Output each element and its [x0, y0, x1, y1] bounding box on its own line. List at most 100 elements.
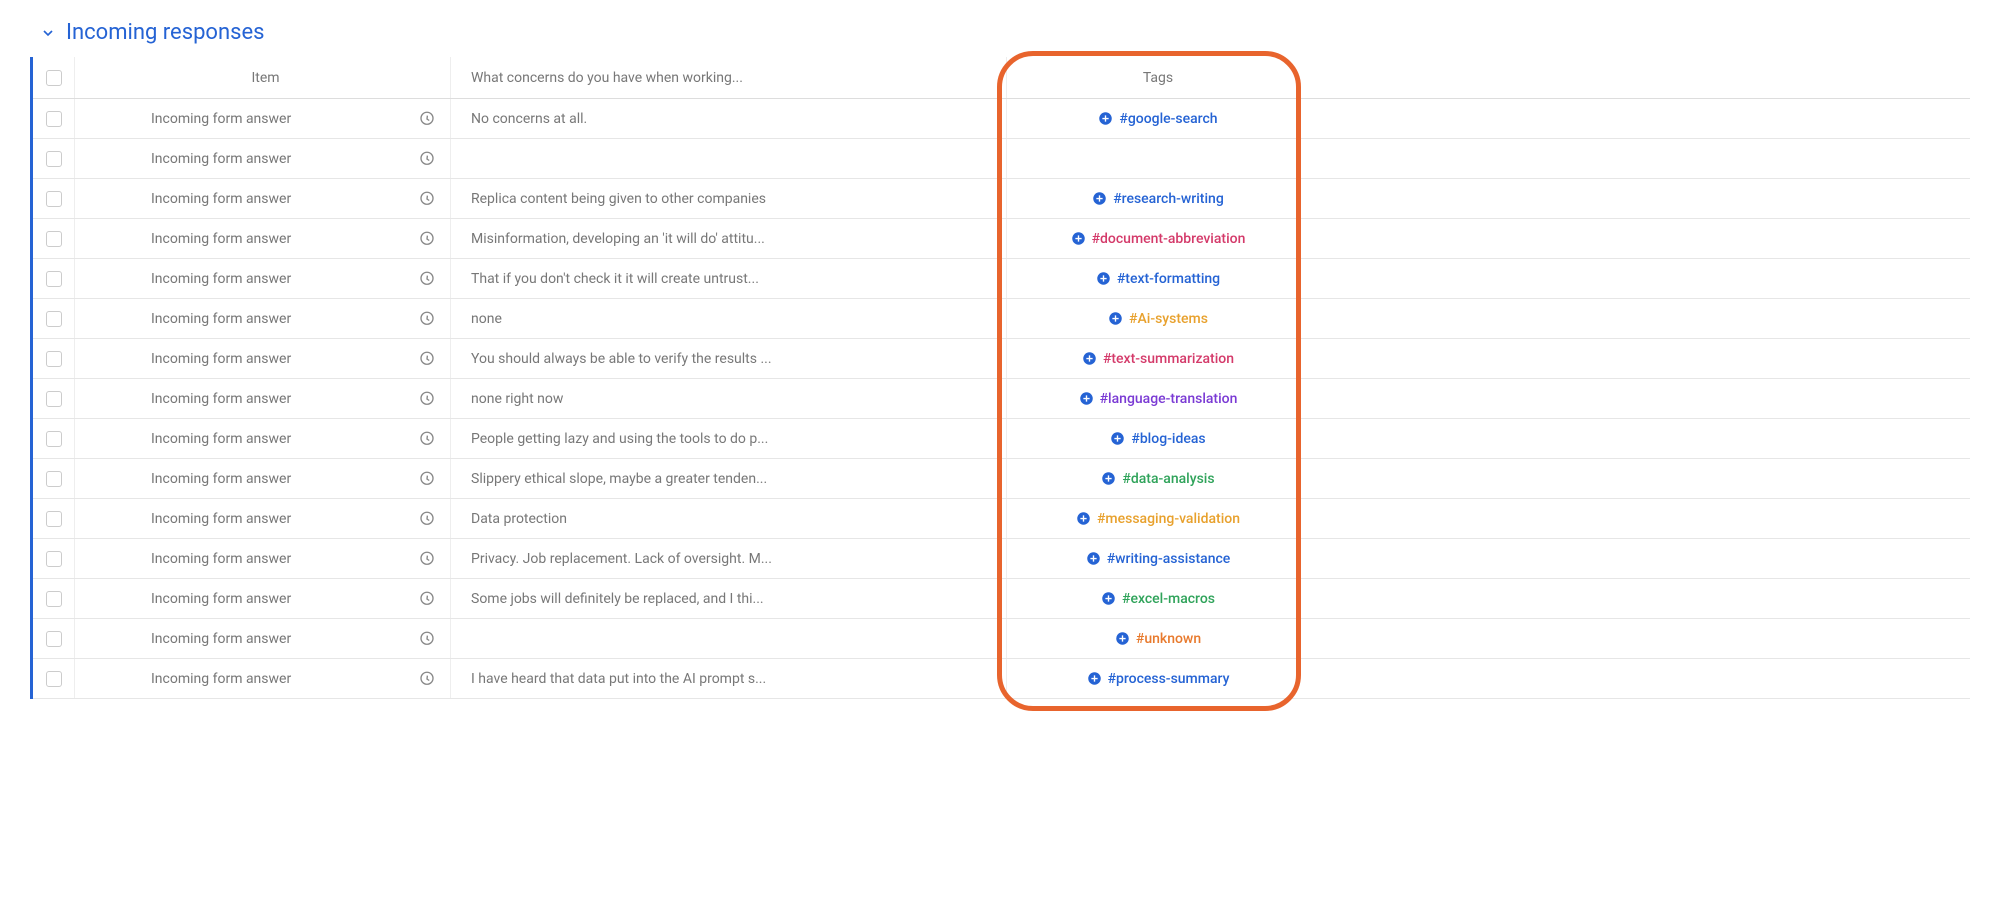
row-item-cell[interactable]: Incoming form answer	[81, 619, 451, 658]
row-checkbox[interactable]	[46, 631, 62, 647]
select-all-checkbox[interactable]	[46, 70, 62, 86]
row-concerns-cell[interactable]: Misinformation, developing an 'it will d…	[457, 219, 1007, 258]
tag-pill[interactable]: #process-summary	[1087, 671, 1230, 687]
row-tags-cell[interactable]: #blog-ideas	[1013, 419, 1303, 458]
row-tags-cell[interactable]	[1013, 139, 1303, 178]
row-concerns-cell[interactable]: I have heard that data put into the AI p…	[457, 659, 1007, 698]
chevron-down-icon[interactable]	[40, 25, 56, 41]
row-tags-cell[interactable]: #writing-assistance	[1013, 539, 1303, 578]
row-checkbox[interactable]	[46, 671, 62, 687]
row-item-cell[interactable]: Incoming form answer	[81, 579, 451, 618]
row-item-cell[interactable]: Incoming form answer	[81, 539, 451, 578]
tag-pill[interactable]: #document-abbreviation	[1071, 231, 1246, 247]
row-checkbox[interactable]	[46, 471, 62, 487]
row-item-cell[interactable]: Incoming form answer	[81, 219, 451, 258]
tag-label: #text-summarization	[1103, 351, 1234, 367]
tag-pill[interactable]: #writing-assistance	[1086, 551, 1231, 567]
row-concerns-cell[interactable]: Some jobs will definitely be replaced, a…	[457, 579, 1007, 618]
table-row: Incoming form answer	[33, 139, 1970, 179]
concerns-text: People getting lazy and using the tools …	[471, 431, 996, 447]
row-checkbox[interactable]	[46, 591, 62, 607]
row-checkbox[interactable]	[46, 551, 62, 567]
tag-pill[interactable]: #google-search	[1098, 111, 1217, 127]
tag-pill[interactable]: #Ai-systems	[1108, 311, 1208, 327]
row-tags-cell[interactable]: #language-translation	[1013, 379, 1303, 418]
tag-pill[interactable]: #research-writing	[1092, 191, 1224, 207]
row-tags-cell[interactable]: #Ai-systems	[1013, 299, 1303, 338]
row-item-cell[interactable]: Incoming form answer	[81, 179, 451, 218]
tag-pill[interactable]: #unknown	[1115, 631, 1201, 647]
row-checkbox[interactable]	[46, 191, 62, 207]
row-checkbox[interactable]	[46, 231, 62, 247]
comment-icon[interactable]	[418, 670, 436, 688]
row-checkbox[interactable]	[46, 511, 62, 527]
comment-icon[interactable]	[418, 430, 436, 448]
row-concerns-cell[interactable]: none	[457, 299, 1007, 338]
row-concerns-cell[interactable]: People getting lazy and using the tools …	[457, 419, 1007, 458]
comment-icon[interactable]	[418, 270, 436, 288]
row-tags-cell[interactable]: #data-analysis	[1013, 459, 1303, 498]
row-concerns-cell[interactable]: Privacy. Job replacement. Lack of oversi…	[457, 539, 1007, 578]
comment-icon[interactable]	[418, 230, 436, 248]
row-tags-cell[interactable]: #google-search	[1013, 99, 1303, 138]
row-concerns-cell[interactable]	[457, 619, 1007, 658]
row-item-cell[interactable]: Incoming form answer	[81, 379, 451, 418]
header-item[interactable]: Item	[81, 57, 451, 98]
row-tags-cell[interactable]: #document-abbreviation	[1013, 219, 1303, 258]
row-checkbox[interactable]	[46, 311, 62, 327]
row-concerns-cell[interactable]	[457, 139, 1007, 178]
row-item-cell[interactable]: Incoming form answer	[81, 459, 451, 498]
row-concerns-cell[interactable]: Data protection	[457, 499, 1007, 538]
item-label: Incoming form answer	[151, 151, 291, 167]
row-item-cell[interactable]: Incoming form answer	[81, 99, 451, 138]
row-concerns-cell[interactable]: Slippery ethical slope, maybe a greater …	[457, 459, 1007, 498]
tag-pill[interactable]: #excel-macros	[1101, 591, 1215, 607]
row-item-cell[interactable]: Incoming form answer	[81, 339, 451, 378]
tag-pill[interactable]: #language-translation	[1079, 391, 1238, 407]
row-concerns-cell[interactable]: Replica content being given to other com…	[457, 179, 1007, 218]
comment-icon[interactable]	[418, 630, 436, 648]
row-concerns-cell[interactable]: That if you don't check it it will creat…	[457, 259, 1007, 298]
comment-icon[interactable]	[418, 590, 436, 608]
tag-pill[interactable]: #data-analysis	[1101, 471, 1214, 487]
comment-icon[interactable]	[418, 390, 436, 408]
row-checkbox[interactable]	[46, 391, 62, 407]
row-item-cell[interactable]: Incoming form answer	[81, 139, 451, 178]
tag-pill[interactable]: #text-summarization	[1082, 351, 1234, 367]
row-tags-cell[interactable]: #process-summary	[1013, 659, 1303, 698]
row-item-cell[interactable]: Incoming form answer	[81, 499, 451, 538]
row-item-cell[interactable]: Incoming form answer	[81, 299, 451, 338]
comment-icon[interactable]	[418, 310, 436, 328]
comment-icon[interactable]	[418, 110, 436, 128]
comment-icon[interactable]	[418, 190, 436, 208]
row-checkbox[interactable]	[46, 111, 62, 127]
row-item-cell[interactable]: Incoming form answer	[81, 659, 451, 698]
row-checkbox[interactable]	[46, 351, 62, 367]
row-item-cell[interactable]: Incoming form answer	[81, 419, 451, 458]
tag-pill[interactable]: #blog-ideas	[1110, 431, 1205, 447]
row-concerns-cell[interactable]: You should always be able to verify the …	[457, 339, 1007, 378]
comment-icon[interactable]	[418, 350, 436, 368]
comment-icon[interactable]	[418, 510, 436, 528]
comment-icon[interactable]	[418, 150, 436, 168]
row-checkbox[interactable]	[46, 271, 62, 287]
header-tags[interactable]: Tags	[1013, 57, 1303, 98]
row-tags-cell[interactable]: #research-writing	[1013, 179, 1303, 218]
comment-icon[interactable]	[418, 470, 436, 488]
row-item-cell[interactable]: Incoming form answer	[81, 259, 451, 298]
comment-icon[interactable]	[418, 550, 436, 568]
row-checkbox[interactable]	[46, 151, 62, 167]
row-tags-cell[interactable]: #messaging-validation	[1013, 499, 1303, 538]
header-concerns[interactable]: What concerns do you have when working..…	[457, 57, 1007, 98]
row-concerns-cell[interactable]: none right now	[457, 379, 1007, 418]
row-tags-cell[interactable]: #text-summarization	[1013, 339, 1303, 378]
row-checkbox[interactable]	[46, 431, 62, 447]
tag-label: #language-translation	[1100, 391, 1238, 407]
row-concerns-cell[interactable]: No concerns at all.	[457, 99, 1007, 138]
row-tags-cell[interactable]: #text-formatting	[1013, 259, 1303, 298]
row-tags-cell[interactable]: #unknown	[1013, 619, 1303, 658]
row-tags-cell[interactable]: #excel-macros	[1013, 579, 1303, 618]
tag-pill[interactable]: #text-formatting	[1096, 271, 1220, 287]
row-checkbox-cell	[33, 619, 75, 658]
tag-pill[interactable]: #messaging-validation	[1076, 511, 1240, 527]
